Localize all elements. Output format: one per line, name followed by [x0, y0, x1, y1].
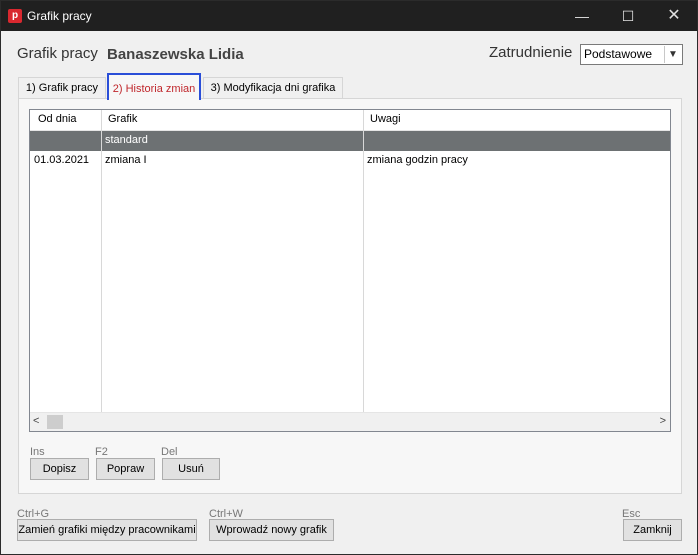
popraw-shortcut: F2: [95, 446, 108, 458]
horizontal-scrollbar[interactable]: < >: [30, 412, 670, 431]
table-header: Od dnia Grafik Uwagi: [30, 110, 670, 131]
cell-date: 01.03.2021: [34, 154, 90, 166]
tab-grafik-pracy[interactable]: 1) Grafik pracy: [18, 77, 106, 98]
scrollbar-thumb[interactable]: [47, 415, 63, 429]
page-title: Grafik pracy: [17, 45, 98, 62]
window-title: Grafik pracy: [27, 9, 92, 23]
swap-schedules-button[interactable]: Zamień grafiki między pracownikami: [17, 519, 197, 541]
employment-label: Zatrudnienie: [489, 44, 573, 61]
table-row[interactable]: 01.03.2021 zmiana I zmiana godzin pracy: [30, 151, 670, 171]
table-row[interactable]: standard: [30, 131, 670, 151]
history-table[interactable]: Od dnia Grafik Uwagi standard 01.03.2021…: [29, 109, 671, 432]
app-icon: p: [8, 9, 22, 23]
column-divider[interactable]: [363, 110, 364, 412]
close-icon[interactable]: ✕: [651, 1, 697, 31]
column-header-uwagi[interactable]: Uwagi: [370, 113, 401, 125]
dopisz-button[interactable]: Dopisz: [30, 458, 89, 480]
scroll-right-icon[interactable]: >: [660, 415, 666, 427]
cell-schedule: zmiana I: [105, 154, 147, 166]
scroll-left-icon[interactable]: <: [33, 415, 39, 427]
tab-modyfikacja-dni[interactable]: 3) Modyfikacja dni grafika: [203, 77, 343, 98]
title-bar[interactable]: p Grafik pracy — ☐ ✕: [1, 1, 697, 31]
tab-historia-zmian[interactable]: 2) Historia zmian: [107, 73, 201, 100]
column-header-od-dnia[interactable]: Od dnia: [38, 113, 77, 125]
column-header-grafik[interactable]: Grafik: [108, 113, 137, 125]
usun-button[interactable]: Usuń: [162, 458, 220, 480]
close-button[interactable]: Zamknij: [623, 519, 682, 541]
popraw-button[interactable]: Popraw: [96, 458, 155, 480]
employment-select[interactable]: Podstawowe ▼: [580, 44, 683, 65]
grafik-pracy-window: p Grafik pracy — ☐ ✕ Grafik pracy Banasz…: [0, 0, 698, 555]
usun-shortcut: Del: [161, 446, 178, 458]
employment-select-value: Podstawowe: [584, 47, 653, 61]
dopisz-shortcut: Ins: [30, 446, 45, 458]
minimize-icon[interactable]: —: [559, 1, 605, 31]
cell-schedule: standard: [105, 134, 148, 146]
chevron-down-icon[interactable]: ▼: [664, 46, 681, 63]
column-divider[interactable]: [101, 110, 102, 412]
new-schedule-button[interactable]: Wprowadź nowy grafik: [209, 519, 334, 541]
cell-notes: zmiana godzin pracy: [367, 154, 468, 166]
maximize-icon[interactable]: ☐: [605, 1, 651, 31]
employee-name: Banaszewska Lidia: [107, 46, 244, 63]
